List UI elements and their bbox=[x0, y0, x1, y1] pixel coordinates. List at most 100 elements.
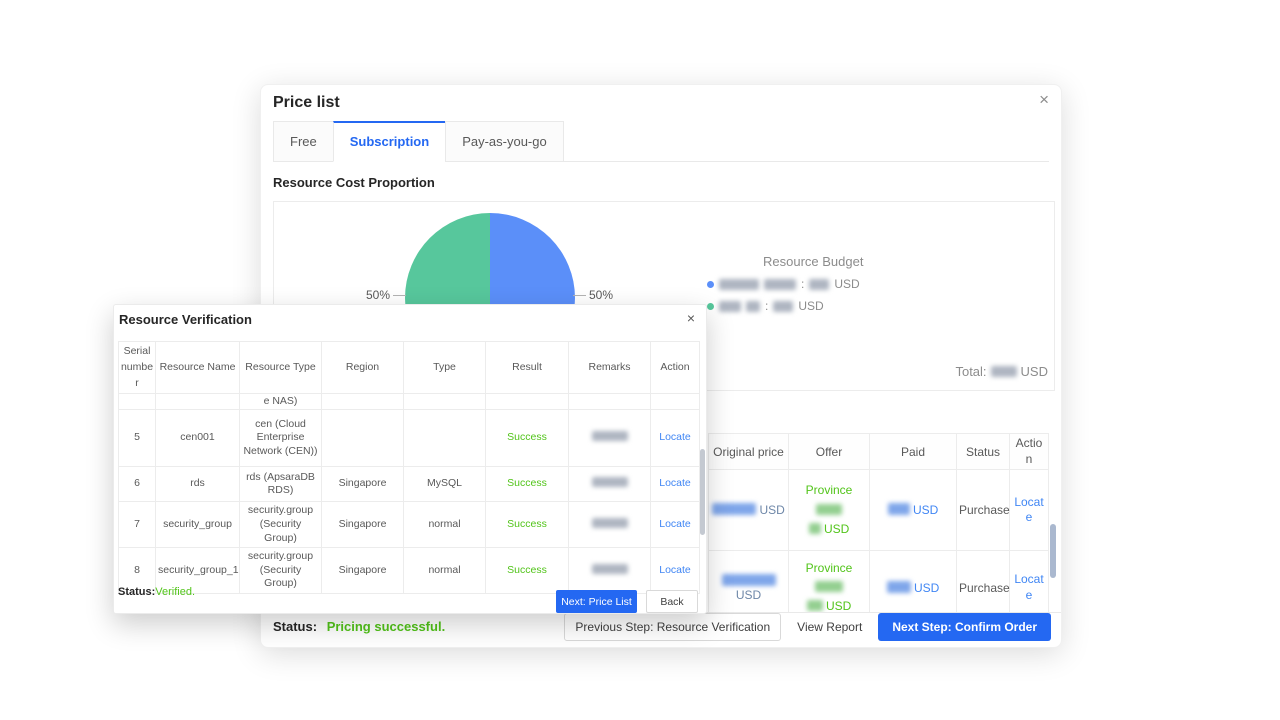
paid-cell: USD bbox=[869, 550, 957, 612]
currency-label: USD bbox=[759, 503, 785, 518]
result-cell: Success bbox=[485, 409, 569, 468]
legend-dot-blue bbox=[707, 280, 714, 288]
redacted-text bbox=[746, 300, 760, 312]
verification-table-scrollbar[interactable] bbox=[700, 449, 705, 535]
resource-verification-dialog: Resource Verification × Serial number Re… bbox=[113, 304, 707, 614]
verification-row: 8 security_group_1 security.group (Secur… bbox=[118, 547, 700, 595]
redacted-price bbox=[721, 573, 776, 586]
previous-step-button[interactable]: Previous Step: Resource Verification bbox=[564, 613, 782, 641]
status-value: Verified. bbox=[155, 586, 196, 598]
budget-total: Total: USD bbox=[955, 364, 1048, 379]
status-value: Pricing successful. bbox=[326, 619, 446, 634]
verification-header-row: Serial number Resource Name Resource Typ… bbox=[118, 340, 700, 395]
result-cell: Success bbox=[485, 466, 569, 503]
tab-subscription[interactable]: Subscription bbox=[332, 121, 447, 162]
result-cell: Success bbox=[485, 501, 569, 549]
locate-link[interactable]: Locate bbox=[1009, 469, 1049, 552]
serial-cell: 7 bbox=[118, 501, 156, 549]
legend-currency: USD bbox=[798, 299, 824, 313]
serial-cell: 6 bbox=[118, 466, 156, 503]
pie-leader-line-left bbox=[393, 294, 407, 296]
resource-type-cell: security.group (Security Group) bbox=[239, 501, 322, 549]
close-icon[interactable]: × bbox=[682, 308, 700, 328]
legend-currency: USD bbox=[834, 277, 860, 291]
pie-label-left-text: 50% bbox=[366, 288, 391, 302]
currency-label: USD bbox=[914, 580, 940, 595]
total-currency: USD bbox=[1020, 364, 1048, 379]
col-paid: Paid bbox=[869, 433, 957, 471]
locate-link[interactable]: Locate bbox=[1009, 550, 1049, 612]
pie-leader-line-right bbox=[573, 294, 586, 296]
locate-link[interactable]: Locate bbox=[650, 466, 700, 503]
tab-free[interactable]: Free bbox=[273, 121, 334, 162]
section-title-cost-proportion: Resource Cost Proportion bbox=[273, 175, 435, 190]
redacted-price bbox=[886, 580, 911, 593]
verification-table: Serial number Resource Name Resource Typ… bbox=[118, 340, 700, 595]
resource-name-cell: rds bbox=[155, 466, 240, 503]
locate-link[interactable]: Locate bbox=[650, 501, 700, 549]
order-row: USD Province USD USD Purchase Locate bbox=[708, 550, 1049, 612]
verification-row: 5 cen001 cen (Cloud Enterprise Network (… bbox=[118, 409, 700, 468]
resource-name-cell: security_group bbox=[155, 501, 240, 549]
remarks-cell bbox=[568, 409, 651, 468]
order-table-container: Original price Offer Paid Status Action … bbox=[708, 433, 1049, 612]
screen: Price list × Free Subscription Pay-as-yo… bbox=[0, 0, 1280, 720]
resource-budget-title: Resource Budget bbox=[763, 254, 864, 269]
col-serial-number: Serial number bbox=[118, 340, 156, 395]
pie-label-right-text: 50% bbox=[589, 288, 614, 302]
col-status: Status bbox=[956, 433, 1010, 471]
redacted-text bbox=[764, 278, 796, 290]
redacted-offer bbox=[816, 503, 842, 515]
back-button[interactable]: Back bbox=[646, 590, 698, 613]
redacted-remark bbox=[591, 477, 628, 488]
region-cell: Singapore bbox=[321, 466, 404, 503]
offer-cell: Province USD bbox=[788, 550, 870, 612]
legend-colon: : bbox=[765, 299, 769, 313]
result-cell: Success bbox=[485, 547, 569, 595]
view-report-button[interactable]: View Report bbox=[797, 620, 862, 634]
verification-title: Resource Verification bbox=[119, 312, 252, 327]
legend-dot-green bbox=[707, 302, 714, 310]
status-cell: Purchase bbox=[956, 469, 1010, 552]
tab-pay-as-you-go[interactable]: Pay-as-you-go bbox=[445, 121, 564, 162]
currency-label: USD bbox=[913, 503, 939, 518]
close-icon[interactable]: × bbox=[1033, 87, 1055, 112]
currency-label: USD bbox=[826, 599, 852, 612]
region-cell: Singapore bbox=[321, 501, 404, 549]
verification-row: 7 security_group security.group (Securit… bbox=[118, 501, 700, 549]
redacted-offer bbox=[815, 581, 843, 593]
col-result: Result bbox=[485, 340, 569, 395]
type-cell bbox=[403, 409, 486, 468]
next-step-confirm-order-button[interactable]: Next Step: Confirm Order bbox=[878, 613, 1051, 641]
pie-slice-label-left: 50% bbox=[366, 288, 409, 302]
resource-name-cell: cen001 bbox=[155, 409, 240, 468]
budget-legend-item-2: : USD bbox=[707, 299, 824, 313]
order-table-scrollbar[interactable] bbox=[1050, 524, 1056, 578]
status-label: Status: bbox=[273, 619, 318, 634]
tab-bar-filler bbox=[562, 121, 1049, 162]
legend-colon: : bbox=[801, 277, 805, 291]
col-original-price: Original price bbox=[708, 433, 789, 471]
region-cell: Singapore bbox=[321, 547, 404, 595]
next-price-list-button[interactable]: Next: Price List bbox=[556, 590, 637, 613]
resource-type-cell: security.group (Security Group) bbox=[239, 547, 322, 595]
resource-type-cell: e NAS) bbox=[239, 393, 322, 411]
remarks-cell bbox=[568, 501, 651, 549]
type-cell: normal bbox=[403, 501, 486, 549]
col-action: Action bbox=[1009, 433, 1049, 471]
footer-buttons: Previous Step: Resource Verification Vie… bbox=[564, 613, 1051, 641]
redacted-text bbox=[719, 278, 759, 290]
pie-slice-label-right: 50% bbox=[570, 288, 613, 302]
redacted-text bbox=[719, 300, 741, 312]
locate-link[interactable]: Locate bbox=[650, 547, 700, 595]
verification-row: 6 rds rds (ApsaraDB RDS) Singapore MySQL… bbox=[118, 466, 700, 503]
remarks-cell bbox=[568, 466, 651, 503]
order-row: USD Province USD USD Purchase Locate bbox=[708, 469, 1049, 552]
budget-legend-item-1: : USD bbox=[707, 277, 860, 291]
pricing-status: Status: Pricing successful. bbox=[273, 619, 445, 634]
redacted-remark bbox=[591, 431, 628, 442]
locate-link[interactable]: Locate bbox=[650, 409, 700, 468]
redacted-price bbox=[712, 503, 757, 516]
region-cell bbox=[321, 409, 404, 468]
total-label: Total: bbox=[955, 364, 987, 379]
